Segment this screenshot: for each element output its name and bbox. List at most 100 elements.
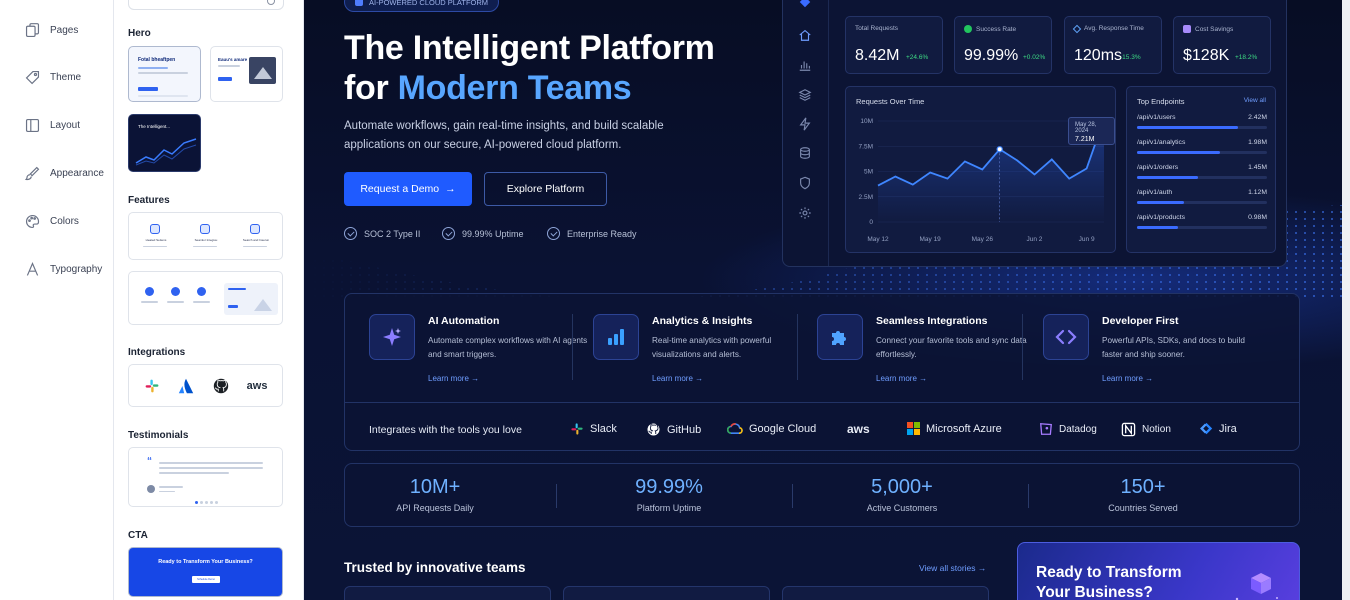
cta-title: Ready to Transform Your Business? [1036, 564, 1182, 600]
hero-thumb-3[interactable]: The Intelligent... [128, 114, 201, 172]
endpoint-row[interactable]: /api/v1/analytics 1.98M [1137, 139, 1267, 154]
trust-label: SOC 2 Type II [364, 228, 421, 239]
brush-icon [24, 166, 40, 181]
trust-label: Enterprise Ready [567, 228, 637, 239]
integration-notion[interactable]: Notion [1121, 422, 1171, 437]
cta-card: Ready to Transform Your Business? [1017, 542, 1300, 600]
github-icon [647, 423, 660, 436]
request-demo-button[interactable]: Request a Demo → [344, 172, 472, 206]
y-tick-label: 0 [869, 219, 873, 226]
section-heading-integrations: Integrations [128, 347, 186, 358]
cta-thumb[interactable]: Ready to Transform Your Business? Schedu… [128, 547, 283, 597]
integration-name: GitHub [667, 423, 702, 436]
requests-line-chart[interactable]: 0 2.5M 5M 7.5M 10M May 12 May 19 May 26 Jun 2 Jun… [846, 87, 1117, 254]
stat-value: 5,000+ [871, 476, 933, 498]
top-endpoints-panel: Top Endpoints View all /api/v1/users 2.42… [1126, 86, 1276, 253]
thumb-title: Fotal bheaftpen [138, 57, 176, 63]
learn-more-link[interactable]: Learn more → [1102, 374, 1153, 383]
stat-item: 5,000+ Active Customers [802, 476, 1002, 513]
section-heading-features: Features [128, 195, 170, 206]
thumb-line [159, 462, 263, 464]
explore-platform-button[interactable]: Explore Platform [484, 172, 607, 206]
feature-title: Developer First [1102, 315, 1179, 327]
endpoint-row[interactable]: /api/v1/auth 1.12M [1137, 189, 1267, 204]
integration-github[interactable]: GitHub [646, 422, 701, 437]
feature-desc: Automate complex workflows with AI agent… [428, 336, 588, 359]
divider [1028, 484, 1029, 508]
home-icon[interactable] [798, 28, 812, 42]
kpi-change: -15.3% [1120, 54, 1141, 61]
testimonial-card[interactable] [782, 586, 989, 600]
check-circle-icon [344, 227, 357, 240]
stat-label: API Requests Daily [396, 503, 474, 513]
kpi-value: 120ms [1074, 47, 1123, 64]
requests-chart-panel: Requests Over Time 0 2.5M 5M 7.5M 10M May 12 M… [845, 86, 1116, 253]
data-point[interactable] [996, 146, 1003, 153]
stat-item: 10M+ API Requests Daily [335, 476, 535, 513]
integration-datadog[interactable]: Datadog [1039, 422, 1097, 436]
x-tick-label: Jun 2 [1027, 236, 1043, 243]
endpoint-row[interactable]: /api/v1/users 2.42M [1137, 114, 1267, 129]
github-icon [213, 378, 228, 393]
google-cloud-icon [727, 423, 743, 434]
rail-item-theme[interactable]: Theme [24, 69, 81, 86]
sparkle-icon [369, 314, 415, 360]
scrollbar-gutter[interactable] [1342, 0, 1350, 600]
rail-item-appearance[interactable]: Appearance [24, 165, 104, 182]
integrations-thumb[interactable]: aws [128, 364, 283, 407]
feature-desc: Connect your favorite tools and sync dat… [876, 336, 1027, 359]
block-search-input[interactable] [128, 0, 284, 10]
testimonials-thumb[interactable]: “ [128, 447, 283, 507]
testimonial-card[interactable] [563, 586, 770, 600]
testimonial-card[interactable] [344, 586, 551, 600]
integration-google-cloud[interactable]: Google Cloud [727, 422, 816, 435]
rail-label: Pages [50, 25, 79, 36]
features-thumb-2[interactable] [128, 271, 283, 325]
learn-more-link[interactable]: Learn more → [876, 374, 927, 383]
hero-title-prefix: for [344, 69, 398, 107]
slack-icon [571, 423, 583, 435]
learn-more-link[interactable]: Learn more → [428, 374, 479, 383]
chart-tooltip: May 28, 2024 7.21M [1068, 117, 1115, 145]
thumb-line [159, 486, 183, 488]
integration-slack[interactable]: Slack [570, 422, 617, 436]
integration-jira[interactable]: Jira [1200, 422, 1237, 435]
lightning-icon[interactable] [798, 117, 812, 131]
shield-icon[interactable] [798, 176, 812, 190]
hero-thumb-1[interactable]: Fotal bheaftpen [128, 46, 201, 102]
integration-name: Microsoft Azure [926, 422, 1002, 435]
view-all-stories-link[interactable]: View all stories → [919, 563, 986, 573]
integration-name: Google Cloud [749, 422, 817, 435]
rail-item-colors[interactable]: Colors [24, 213, 79, 230]
layers-icon[interactable] [798, 88, 812, 102]
kpi-label: Cost Savings [1195, 25, 1234, 33]
learn-more-link[interactable]: Learn more → [652, 374, 703, 383]
endpoint-path: /api/v1/orders [1137, 164, 1179, 171]
integration-azure[interactable]: Microsoft Azure [907, 422, 1002, 435]
endpoint-row[interactable]: /api/v1/orders 1.45M [1137, 164, 1267, 179]
kpi-card: Total Requests 8.42M +24.6% [845, 16, 943, 74]
block-library: Hero Fotal bheaftpen Eauu's amare The In… [114, 0, 304, 600]
view-all-link[interactable]: View all [1244, 97, 1266, 104]
bar-chart-icon[interactable] [798, 58, 812, 72]
thumb-chart-icon [135, 138, 197, 166]
endpoint-value: 0.98M [1248, 214, 1267, 221]
tooltip-value: 7.21M [1075, 136, 1095, 143]
rail-item-layout[interactable]: Layout [24, 117, 80, 134]
integration-aws[interactable]: aws [847, 422, 870, 436]
testimonials-title: Trusted by innovative teams [344, 560, 526, 575]
rail-item-typography[interactable]: Typography [24, 261, 102, 278]
features-thumb-1[interactable]: Heated Settens Seamlor Integiou Search a… [128, 212, 283, 260]
hero-thumb-2[interactable]: Eauu's amare [210, 46, 283, 102]
endpoint-row[interactable]: /api/v1/products 0.98M [1137, 214, 1267, 229]
kpi-card: Success Rate 99.99% +0.02% [954, 16, 1052, 74]
gear-icon[interactable] [798, 206, 812, 220]
rail-item-pages[interactable]: Pages [24, 22, 78, 39]
wallet-icon [1183, 25, 1191, 33]
feature-desc: Real-time analytics with powerful visual… [652, 336, 772, 359]
database-icon[interactable] [798, 146, 812, 160]
notion-icon [1121, 422, 1136, 437]
kpi-card: Cost Savings $128K +18.2% [1173, 16, 1271, 74]
tooltip-date: May 28, 2024 [1075, 122, 1097, 134]
thumb-line [243, 246, 267, 247]
